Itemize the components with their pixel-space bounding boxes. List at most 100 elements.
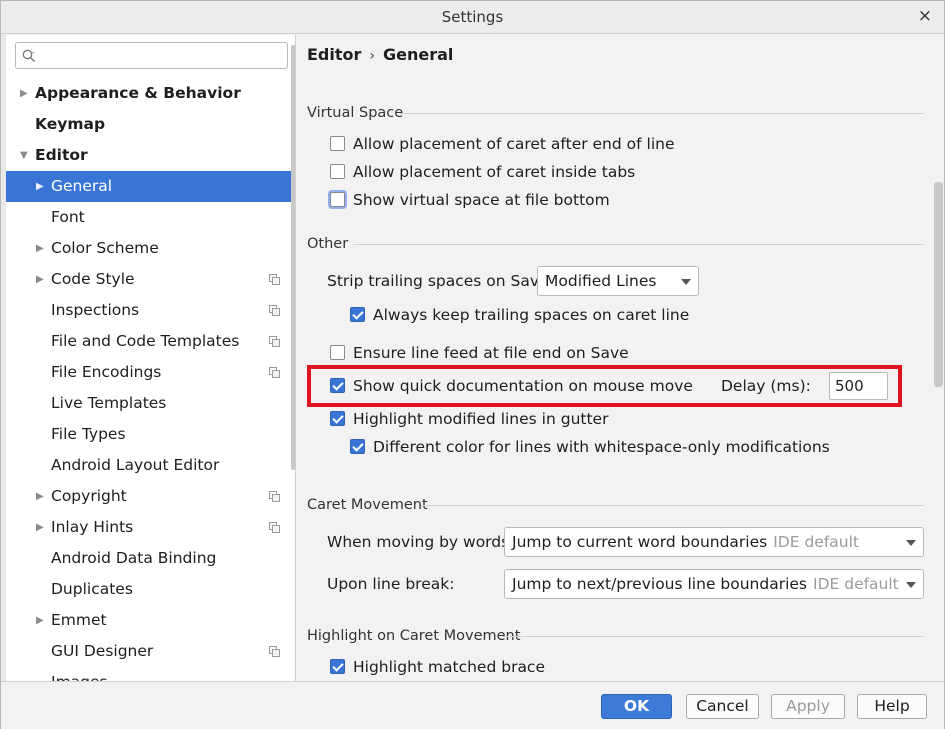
sidebar-item[interactable]: Inspections (6, 295, 295, 326)
collapsed-arrow-icon[interactable]: ▶ (36, 512, 44, 543)
moving-by-words-label: When moving by words: (327, 533, 515, 551)
breadcrumb-parent[interactable]: Editor (307, 45, 361, 64)
content-scrollbar[interactable] (934, 182, 943, 387)
breadcrumb-separator: › (369, 48, 376, 64)
sidebar-item-label: Copyright (51, 487, 127, 505)
checkbox[interactable] (330, 136, 345, 151)
settings-sidebar: ▶ Appearance & Behavior Keymap ▼ Editor ▶ Gene… (6, 35, 296, 681)
section-divider (353, 244, 924, 245)
delay-label: Delay (ms): (721, 377, 811, 395)
sidebar-item[interactable]: ▶ General (6, 171, 295, 202)
dropdown-value: Jump to next/previous line boundaries (512, 575, 807, 593)
sidebar-item-label: GUI Designer (51, 642, 154, 660)
moving-by-words-dropdown[interactable]: Jump to current word boundaries IDE defau… (504, 527, 924, 557)
sidebar-item-label: File and Code Templates (51, 332, 240, 350)
dropdown-value: Modified Lines (545, 272, 657, 290)
dropdown-hint: IDE default (773, 533, 859, 551)
section-divider (421, 505, 924, 506)
breadcrumb: Editor › General (307, 45, 453, 64)
sidebar-item[interactable]: Duplicates (6, 574, 295, 605)
sidebar-item[interactable]: ▶ Color Scheme (6, 233, 295, 264)
sidebar-scrollbar[interactable] (291, 45, 295, 470)
sidebar-item-label: Images (51, 667, 108, 681)
option-label: Allow placement of caret after end of li… (353, 135, 675, 153)
search-icon (22, 49, 36, 63)
sidebar-item-label: Emmet (51, 611, 107, 629)
dropdown-value: Jump to current word boundaries (512, 533, 768, 551)
sidebar-item[interactable]: Font (6, 202, 295, 233)
project-settings-icon (269, 274, 280, 285)
option-label: Highlight modified lines in gutter (353, 410, 609, 428)
checkbox[interactable] (330, 192, 345, 207)
sidebar-item[interactable]: GUI Designer (6, 636, 295, 667)
sidebar-item-label: Font (51, 208, 85, 226)
strip-trailing-dropdown[interactable]: Modified Lines (537, 266, 699, 296)
sidebar-item-label: Appearance & Behavior (35, 84, 241, 102)
project-settings-icon (269, 367, 280, 378)
checkbox[interactable] (330, 164, 345, 179)
apply-button[interactable]: Apply (771, 694, 845, 719)
sidebar-item[interactable]: ▶ Appearance & Behavior (6, 78, 295, 109)
checkbox[interactable] (330, 378, 345, 393)
sidebar-item[interactable]: ▼ Editor (6, 140, 295, 171)
chevron-down-icon (681, 279, 691, 285)
sidebar-item[interactable]: ▶ Copyright (6, 481, 295, 512)
option-label: Show quick documentation on mouse move (353, 377, 693, 395)
breadcrumb-current: General (383, 45, 454, 64)
sidebar-item-label: Duplicates (51, 580, 133, 598)
help-button[interactable]: Help (857, 694, 927, 719)
sidebar-item[interactable]: Images (6, 667, 295, 681)
sidebar-item[interactable]: Keymap (6, 109, 295, 140)
expanded-arrow-icon[interactable]: ▼ (20, 140, 28, 171)
project-settings-icon (269, 522, 280, 533)
caret-movement-title: Caret Movement (307, 497, 428, 513)
dialog-title: Settings (441, 8, 504, 26)
sidebar-item-label: Android Data Binding (51, 549, 217, 567)
sidebar-item[interactable]: Live Templates (6, 388, 295, 419)
collapsed-arrow-icon[interactable]: ▶ (36, 605, 44, 636)
sidebar-item[interactable]: File Encodings (6, 357, 295, 388)
sidebar-item-label: Keymap (35, 115, 106, 133)
sidebar-item-label: Inspections (51, 301, 140, 319)
sidebar-item[interactable]: Android Data Binding (6, 543, 295, 574)
checkbox[interactable] (330, 345, 345, 360)
ok-button[interactable]: OK (601, 694, 672, 719)
project-settings-icon (269, 491, 280, 502)
highlight-caret-title: Highlight on Caret Movement (307, 628, 521, 644)
checkbox[interactable] (330, 659, 345, 674)
collapsed-arrow-icon[interactable]: ▶ (36, 233, 44, 264)
sidebar-item[interactable]: File and Code Templates (6, 326, 295, 357)
sidebar-item[interactable]: File Types (6, 419, 295, 450)
sidebar-item[interactable]: ▶ Emmet (6, 605, 295, 636)
dropdown-hint: IDE default (813, 575, 899, 593)
sidebar-item-label: Color Scheme (51, 239, 159, 257)
sidebar-item-label: General (51, 177, 113, 195)
checkbox[interactable] (350, 307, 365, 322)
settings-dialog: Settings × ▶ Appearance & Behavior Keymap ▼… (0, 0, 945, 729)
delay-input[interactable]: 500 (829, 372, 888, 400)
sidebar-item-label: Editor (35, 146, 88, 164)
cancel-button[interactable]: Cancel (686, 694, 759, 719)
title-bar: Settings × (1, 1, 944, 34)
collapsed-arrow-icon[interactable]: ▶ (36, 264, 44, 295)
sidebar-item-label: File Encodings (51, 363, 162, 381)
section-divider (400, 113, 924, 114)
chevron-down-icon (906, 582, 916, 588)
collapsed-arrow-icon[interactable]: ▶ (36, 481, 44, 512)
collapsed-arrow-icon[interactable]: ▶ (36, 171, 44, 202)
option-label: Show virtual space at file bottom (353, 191, 610, 209)
line-break-dropdown[interactable]: Jump to next/previous line boundaries IDE… (504, 569, 924, 599)
checkbox[interactable] (330, 411, 345, 426)
checkbox[interactable] (350, 439, 365, 454)
sidebar-item[interactable]: ▶ Inlay Hints (6, 512, 295, 543)
sidebar-item-label: Android Layout Editor (51, 456, 220, 474)
sidebar-item-label: Code Style (51, 270, 135, 288)
option-label: Different color for lines with whitespac… (373, 438, 830, 456)
sidebar-item[interactable]: Android Layout Editor (6, 450, 295, 481)
section-divider (503, 636, 924, 637)
collapsed-arrow-icon[interactable]: ▶ (20, 78, 28, 109)
sidebar-item[interactable]: ▶ Code Style (6, 264, 295, 295)
option-label: Highlight matched brace (353, 658, 545, 676)
close-icon[interactable]: × (918, 6, 932, 26)
search-input[interactable] (15, 42, 288, 69)
